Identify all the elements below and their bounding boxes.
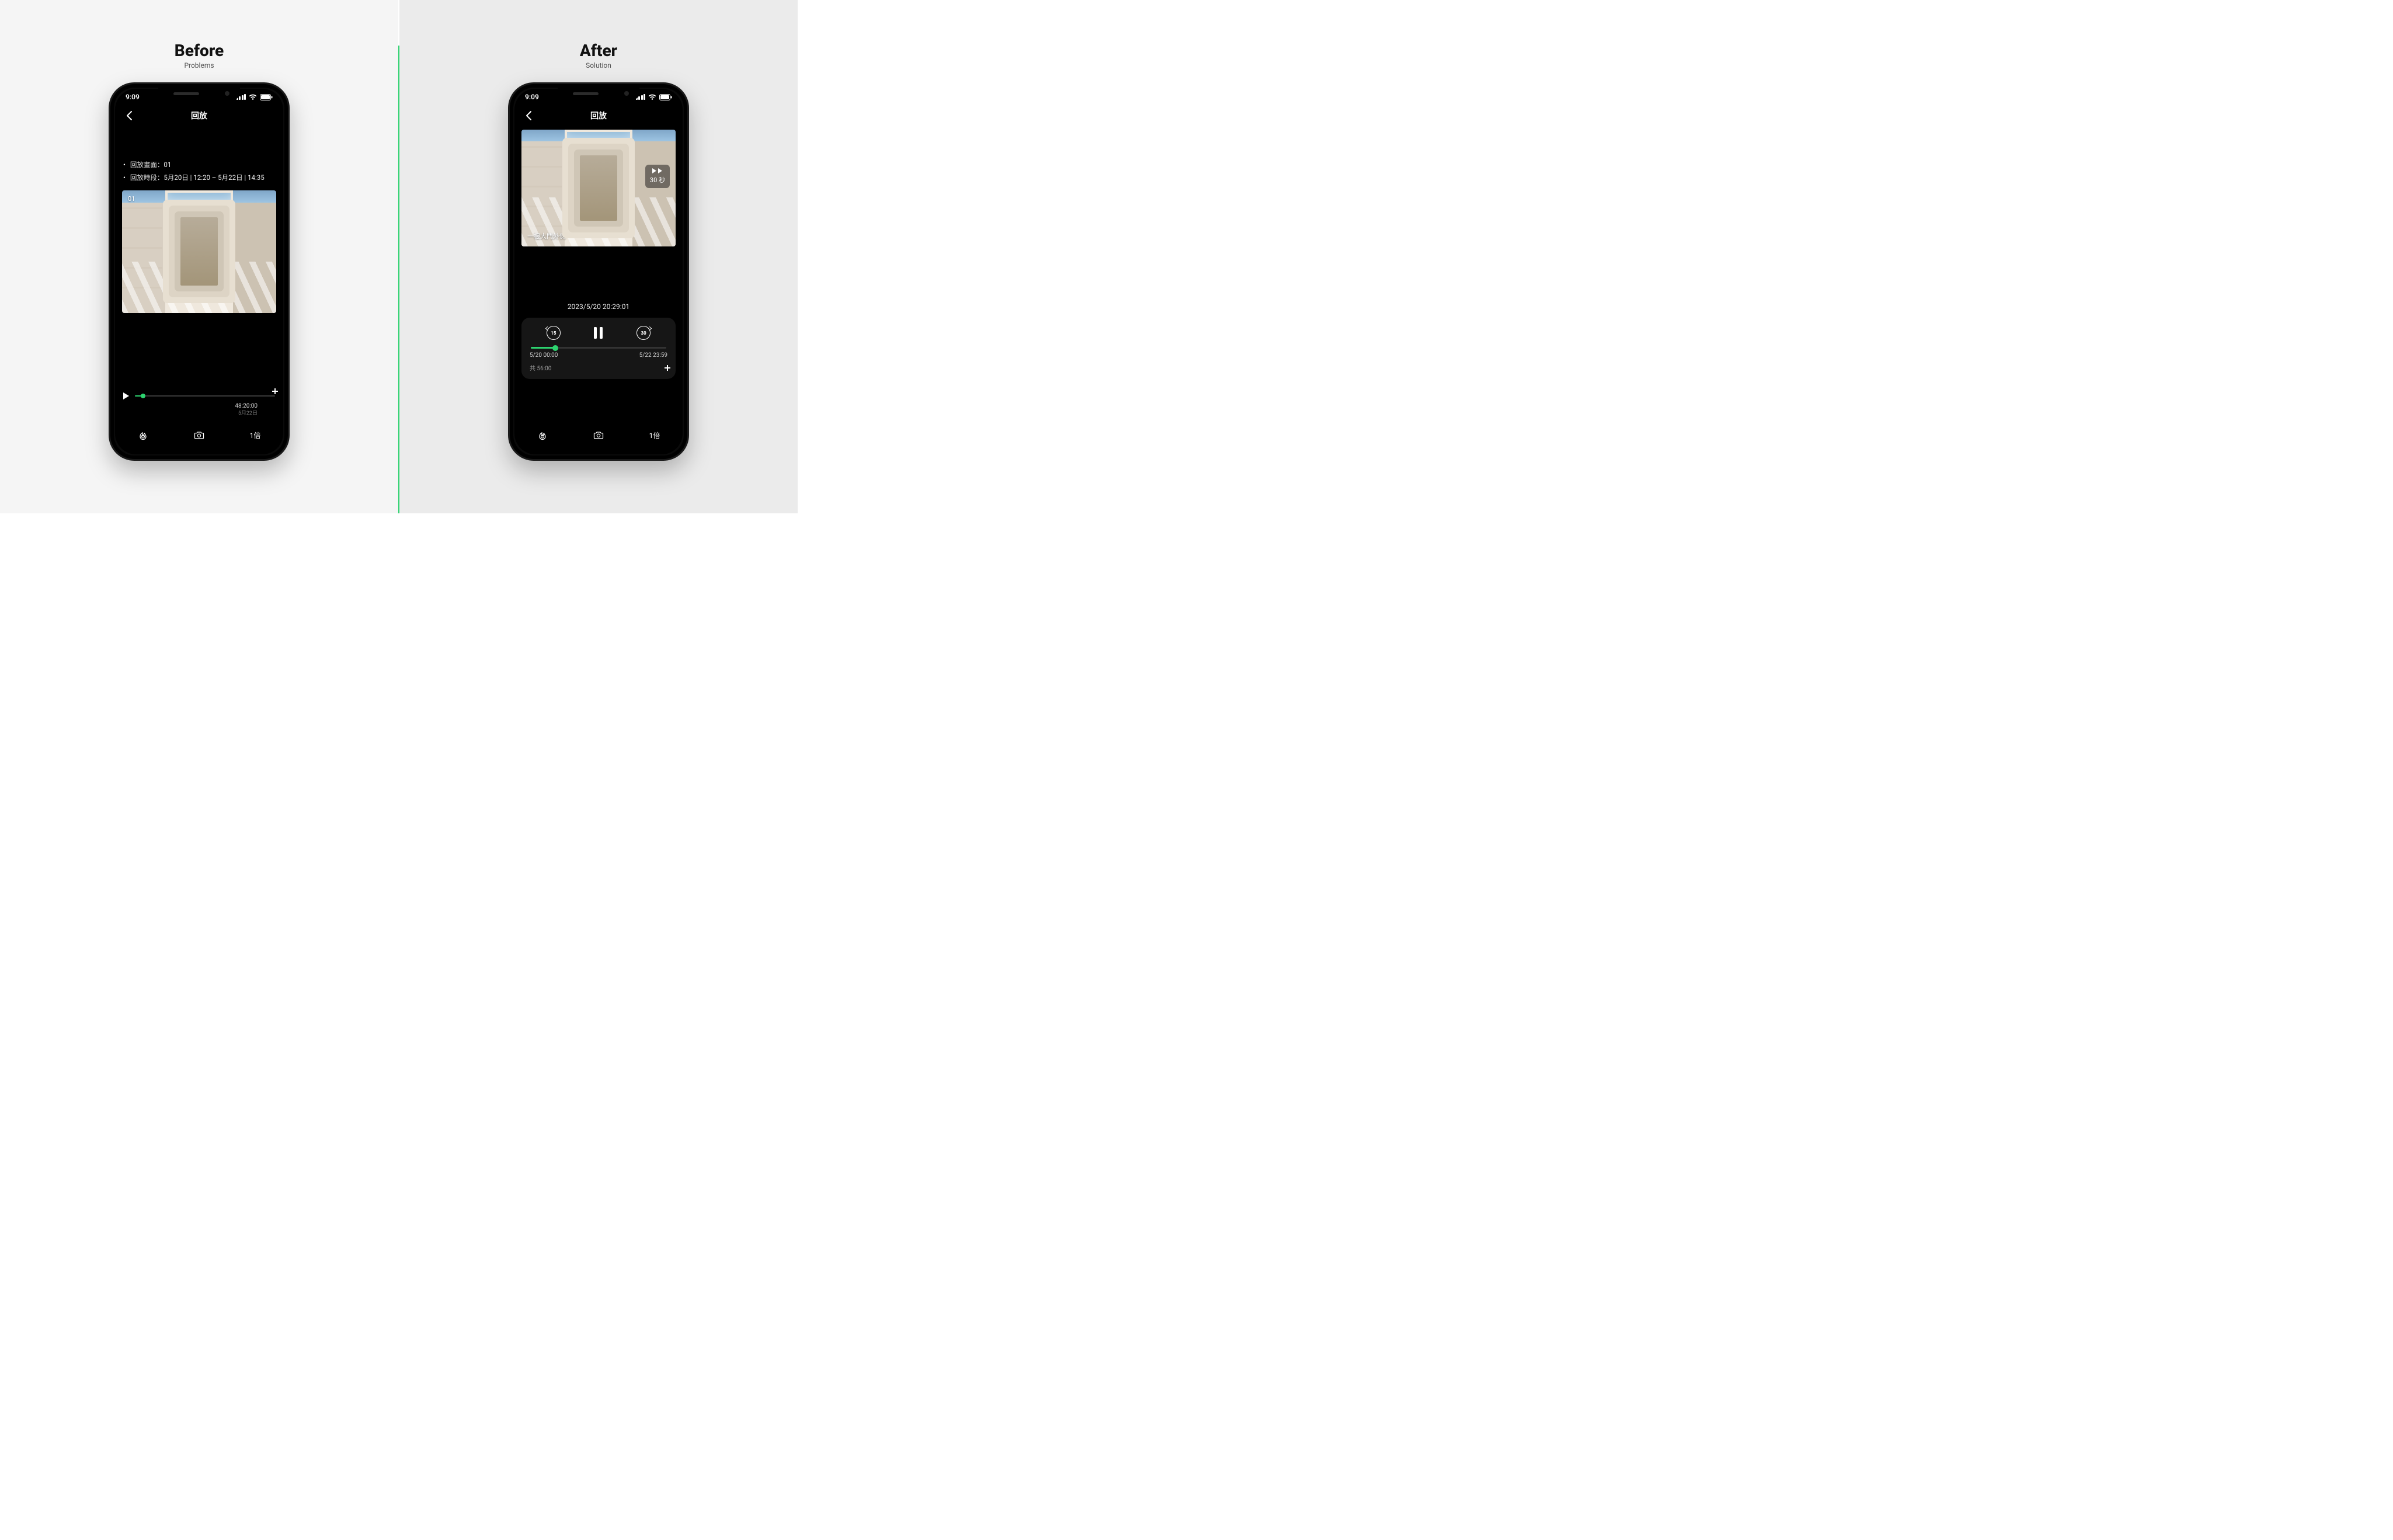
forward-icon: [652, 168, 663, 173]
speed-button[interactable]: 1倍: [239, 426, 272, 444]
after-subheading: Solution: [586, 61, 611, 69]
meta-camera: 回放畫面：01: [123, 159, 275, 172]
back-button[interactable]: [123, 110, 135, 121]
scrubber[interactable]: [135, 395, 275, 397]
burn-icon: [137, 429, 149, 441]
range-end: 5/22 23:59: [639, 352, 667, 359]
forward-button[interactable]: 30: [636, 326, 651, 340]
playback-timecode: 48:20:00 5月22日: [123, 403, 258, 417]
volume-down-button: [109, 203, 110, 229]
app-title: 回放: [191, 110, 207, 121]
phone-after: 9:09 回放: [508, 82, 689, 461]
rewind-button[interactable]: 15: [547, 326, 561, 340]
chevron-left-icon: [525, 110, 532, 121]
scrubber[interactable]: [531, 347, 666, 349]
burn-button[interactable]: [526, 426, 559, 444]
after-heading: After: [580, 41, 617, 60]
total-duration: 共 56:00: [530, 363, 551, 372]
transport-controls: 48:20:00 5月22日: [115, 392, 283, 417]
volume-up-button: [109, 172, 110, 197]
screen: 9:09 回放 回放畫面：01: [115, 89, 283, 454]
screen: 9:09 回放: [514, 89, 683, 454]
before-heading: Before: [175, 41, 224, 60]
video-player[interactable]: 一樓大門外側 30 秒: [521, 130, 676, 246]
app-title: 回放: [590, 110, 607, 121]
current-timestamp: 2023/5/20 20:29:01: [514, 303, 683, 311]
before-column: Before Problems 9:09: [0, 0, 398, 513]
speaker-grille: [573, 92, 599, 95]
battery-icon: [659, 94, 672, 100]
video-player[interactable]: 01: [122, 190, 276, 313]
skip-toast: 30 秒: [645, 165, 670, 188]
notch: [158, 86, 240, 101]
range-start: 5/20 00:00: [530, 352, 558, 359]
meta-range: 回放時段：5月20日 | 12:20 – 5月22日 | 14:35: [123, 172, 275, 185]
notch: [558, 86, 639, 101]
rewind-arrow-icon: [545, 326, 549, 331]
snapshot-button[interactable]: [183, 426, 215, 444]
app-bar: 回放: [514, 105, 683, 126]
speed-button[interactable]: 1倍: [638, 426, 671, 444]
before-subheading: Problems: [184, 61, 214, 69]
back-button[interactable]: [523, 110, 534, 121]
front-camera: [624, 91, 629, 96]
after-column: After Solution 9:09: [399, 0, 798, 513]
status-time: 9:09: [126, 93, 140, 101]
bottom-bar: 1倍: [514, 423, 683, 447]
status-time: 9:09: [525, 93, 539, 101]
chevron-left-icon: [126, 110, 133, 121]
volume-up-button: [508, 172, 510, 197]
play-button[interactable]: [123, 392, 129, 399]
app-bar: 回放: [115, 105, 283, 126]
pause-button[interactable]: [594, 327, 603, 339]
mute-switch: [109, 148, 110, 164]
power-button: [687, 178, 689, 218]
video-camera-label: 01: [128, 195, 135, 203]
speed-label: 1倍: [649, 430, 660, 440]
wifi-icon: [249, 94, 257, 100]
status-icons: [636, 94, 673, 100]
bottom-bar: 1倍: [115, 423, 283, 447]
front-camera: [225, 91, 229, 96]
speed-label: 1倍: [250, 430, 261, 440]
playback-meta: 回放畫面：01 回放時段：5月20日 | 12:20 – 5月22日 | 14:…: [123, 159, 275, 185]
wifi-icon: [648, 94, 656, 100]
scrubber-thumb[interactable]: [552, 345, 558, 351]
camera-name-overlay: 一樓大門外側: [527, 231, 566, 241]
power-button: [288, 178, 290, 218]
status-icons: [236, 94, 273, 100]
control-panel: 15 30 5/20 00:00 5/22 23:59: [521, 318, 676, 379]
burn-button[interactable]: [127, 426, 159, 444]
forward-arrow-icon: [648, 326, 652, 331]
range-labels: 5/20 00:00 5/22 23:59: [530, 352, 667, 359]
burn-icon: [537, 429, 548, 441]
phone-before: 9:09 回放 回放畫面：01: [109, 82, 290, 461]
volume-down-button: [508, 203, 510, 229]
battery-icon: [260, 94, 273, 100]
scrubber-thumb[interactable]: [141, 394, 145, 398]
camera-icon: [193, 429, 205, 441]
before-content: 回放畫面：01 回放時段：5月20日 | 12:20 – 5月22日 | 14:…: [115, 159, 283, 313]
skip-label: 30 秒: [650, 175, 665, 185]
speaker-grille: [173, 92, 199, 95]
snapshot-button[interactable]: [582, 426, 615, 444]
camera-icon: [593, 429, 604, 441]
mute-switch: [508, 148, 510, 164]
